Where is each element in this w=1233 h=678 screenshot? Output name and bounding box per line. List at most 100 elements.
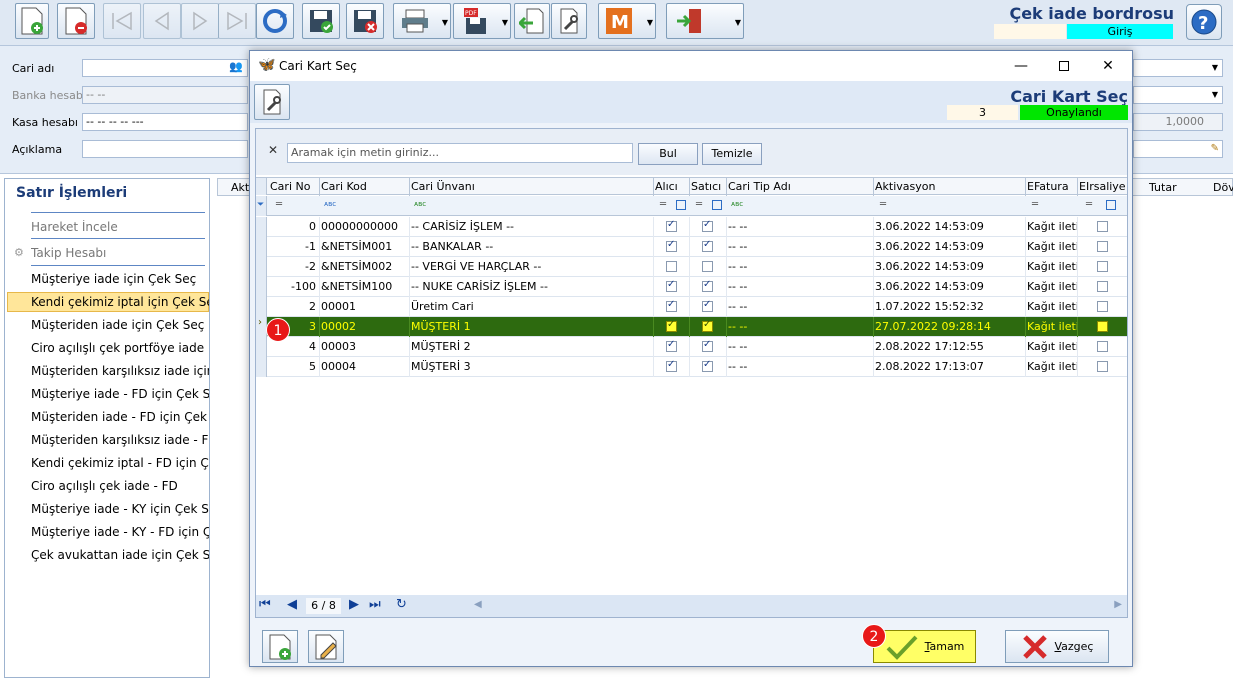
checkbox-satici[interactable] <box>702 339 713 352</box>
equals-icon[interactable]: ═ <box>880 199 886 210</box>
checkbox-alici[interactable] <box>666 299 677 312</box>
checkbox-eirsaliye[interactable] <box>1097 221 1108 232</box>
next-record-button[interactable] <box>181 3 219 39</box>
checkbox-alici[interactable] <box>666 261 677 272</box>
equals-icon[interactable]: ═ <box>276 199 282 210</box>
equals-icon[interactable]: ═ <box>1086 199 1092 210</box>
menu-item-action[interactable]: Müşteriye iade - FD için Çek Seç <box>31 387 209 401</box>
minimize-button[interactable]: — <box>1001 55 1041 77</box>
checkbox-satici[interactable] <box>702 261 713 272</box>
table-row[interactable]: 0 00000000000 -- CARİSİZ İŞLEM -- -- -- 3.06… <box>256 217 1127 237</box>
menu-item-action[interactable]: Kendi çekimiz iptal - FD için Çe... <box>31 456 209 470</box>
equals-icon[interactable]: ═ <box>696 199 702 210</box>
checkbox-alici[interactable] <box>666 219 677 232</box>
scroll-right-icon[interactable]: ▶ <box>1114 599 1122 610</box>
nav-first-icon[interactable]: ⏮ <box>259 597 271 612</box>
checkbox-alici[interactable] <box>666 239 677 252</box>
bul-button[interactable]: Bul <box>638 143 698 165</box>
table-row[interactable]: -2 &NETSİM002 -- VERGİ VE HARÇLAR -- -- -- 3… <box>256 257 1127 277</box>
menu-item-action[interactable]: Müşteriden karşılıksız iade - FD i... <box>31 433 209 447</box>
save-approve-button[interactable] <box>302 3 340 39</box>
close-button[interactable]: ✕ <box>1088 55 1128 77</box>
menu-item-hareket-incele[interactable]: Hareket İncele <box>31 220 209 234</box>
refresh-button[interactable] <box>256 3 294 39</box>
checkbox-satici[interactable] <box>702 319 713 332</box>
save-cancel-button[interactable] <box>346 3 384 39</box>
col-cari-kod[interactable]: Cari Kod <box>321 180 367 193</box>
row-indicator[interactable] <box>256 237 267 257</box>
col-satici[interactable]: Satıcı <box>691 180 721 193</box>
menu-item-action[interactable]: Kendi çekimiz iptal için Çek Seç <box>31 295 209 309</box>
import-button[interactable] <box>514 3 550 39</box>
people-lookup-icon[interactable]: 👥 <box>229 60 243 73</box>
checkbox-filter-icon[interactable] <box>676 200 686 210</box>
settings-button[interactable] <box>551 3 587 39</box>
nav-refresh-icon[interactable]: ↻ <box>396 597 407 612</box>
table-row[interactable]: 2 00001 Üretim Cari -- -- 1.07.2022 15:52:32… <box>256 297 1127 317</box>
right-combo-2[interactable]: ▼ <box>1133 86 1223 104</box>
checkbox-alici[interactable] <box>666 279 677 292</box>
m-module-button[interactable]: M ▼ <box>598 3 656 39</box>
previous-record-button[interactable] <box>143 3 181 39</box>
checkbox-eirsaliye[interactable] <box>1097 341 1108 352</box>
row-indicator[interactable] <box>256 337 267 357</box>
checkbox-eirsaliye[interactable] <box>1097 301 1108 312</box>
exit-button[interactable]: ▼ <box>666 3 744 39</box>
checkbox-eirsaliye[interactable] <box>1097 281 1108 292</box>
menu-item-action[interactable]: Ciro açılışlı çek iade - FD <box>31 479 209 493</box>
nav-last-icon[interactable]: ⏭ <box>369 597 381 612</box>
menu-item-action[interactable]: Müşteriden iade için Çek Seç <box>31 318 209 332</box>
equals-icon[interactable]: ═ <box>660 199 666 210</box>
checkbox-eirsaliye[interactable] <box>1097 361 1108 372</box>
text-filter-icon[interactable]: ᴀʙᴄ <box>414 200 426 208</box>
tamam-button[interactable]: Tamam <box>873 630 976 663</box>
help-button[interactable]: ? <box>1186 4 1222 40</box>
scroll-left-icon[interactable]: ◀ <box>474 599 482 610</box>
table-row[interactable]: 5 00004 MÜŞTERİ 3 -- -- 2.08.2022 17:13:07 Ka… <box>256 357 1127 377</box>
row-indicator[interactable] <box>256 297 267 317</box>
checkbox-alici[interactable] <box>666 319 677 332</box>
kasa-hesabi-field[interactable]: -- -- -- -- --- <box>82 113 248 131</box>
checkbox-satici[interactable] <box>702 279 713 292</box>
checkbox-filter-icon[interactable] <box>1106 200 1116 210</box>
new-document-button[interactable] <box>15 3 49 39</box>
menu-item-action[interactable]: Müşteriye iade - KY için Çek Seç <box>31 502 209 516</box>
vazgec-button[interactable]: Vazgeç <box>1005 630 1109 663</box>
col-alici[interactable]: Alıcı <box>655 180 678 193</box>
checkbox-eirsaliye[interactable] <box>1097 261 1108 272</box>
checkbox-filter-icon[interactable] <box>712 200 722 210</box>
table-row[interactable]: -100 &NETSİM100 -- NUKE CARİSİZ İŞLEM -- --… <box>256 277 1127 297</box>
right-combo-1[interactable]: ▼ <box>1133 59 1223 77</box>
dialog-settings-button[interactable] <box>254 84 290 120</box>
maximize-button[interactable] <box>1044 55 1084 77</box>
text-filter-icon[interactable]: ᴀʙᴄ <box>324 200 336 208</box>
pdf-export-button[interactable]: PDF ▼ <box>453 3 511 39</box>
table-row[interactable]: 4 00003 MÜŞTERİ 2 -- -- 2.08.2022 17:12:55 Ka… <box>256 337 1127 357</box>
col-cari-no[interactable]: Cari No <box>270 180 310 193</box>
checkbox-satici[interactable] <box>702 219 713 232</box>
text-filter-icon[interactable]: ᴀʙᴄ <box>731 200 743 208</box>
menu-item-action[interactable]: Çek avukattan iade için Çek Seç <box>31 548 209 562</box>
col-cari-tip-adi[interactable]: Cari Tip Adı <box>728 180 791 193</box>
last-record-button[interactable] <box>218 3 256 39</box>
menu-item-takip-hesabi[interactable]: Takip Hesabı <box>31 246 209 260</box>
row-indicator[interactable] <box>256 217 267 237</box>
menu-item-action[interactable]: Müşteriden karşılıksız iade için ... <box>31 364 209 378</box>
eraser-icon[interactable]: ✎ <box>1211 141 1219 157</box>
checkbox-alici[interactable] <box>666 339 677 352</box>
table-row[interactable]: › 3 00002 MÜŞTERİ 1 -- -- 27.07.2022 09:28:14… <box>256 317 1127 337</box>
equals-icon[interactable]: ═ <box>1032 199 1038 210</box>
aciklama-field[interactable] <box>82 140 248 158</box>
col-eirsaliye[interactable]: EIrsaliye <box>1079 180 1126 193</box>
first-record-button[interactable] <box>103 3 141 39</box>
checkbox-eirsaliye[interactable] <box>1097 241 1108 252</box>
aciklama-right-field[interactable]: ✎ <box>1133 140 1223 158</box>
menu-item-action[interactable]: Müşteriden iade - FD için Çek Seç <box>31 410 209 424</box>
row-indicator[interactable] <box>256 277 267 297</box>
cari-adi-field[interactable] <box>82 59 248 77</box>
nav-previous-icon[interactable]: ◀ <box>287 597 297 612</box>
menu-item-action[interactable]: Ciro açılışlı çek portföye iade <box>31 341 209 355</box>
checkbox-satici[interactable] <box>702 239 713 252</box>
print-button[interactable]: ▼ <box>393 3 451 39</box>
delete-document-button[interactable] <box>57 3 95 39</box>
